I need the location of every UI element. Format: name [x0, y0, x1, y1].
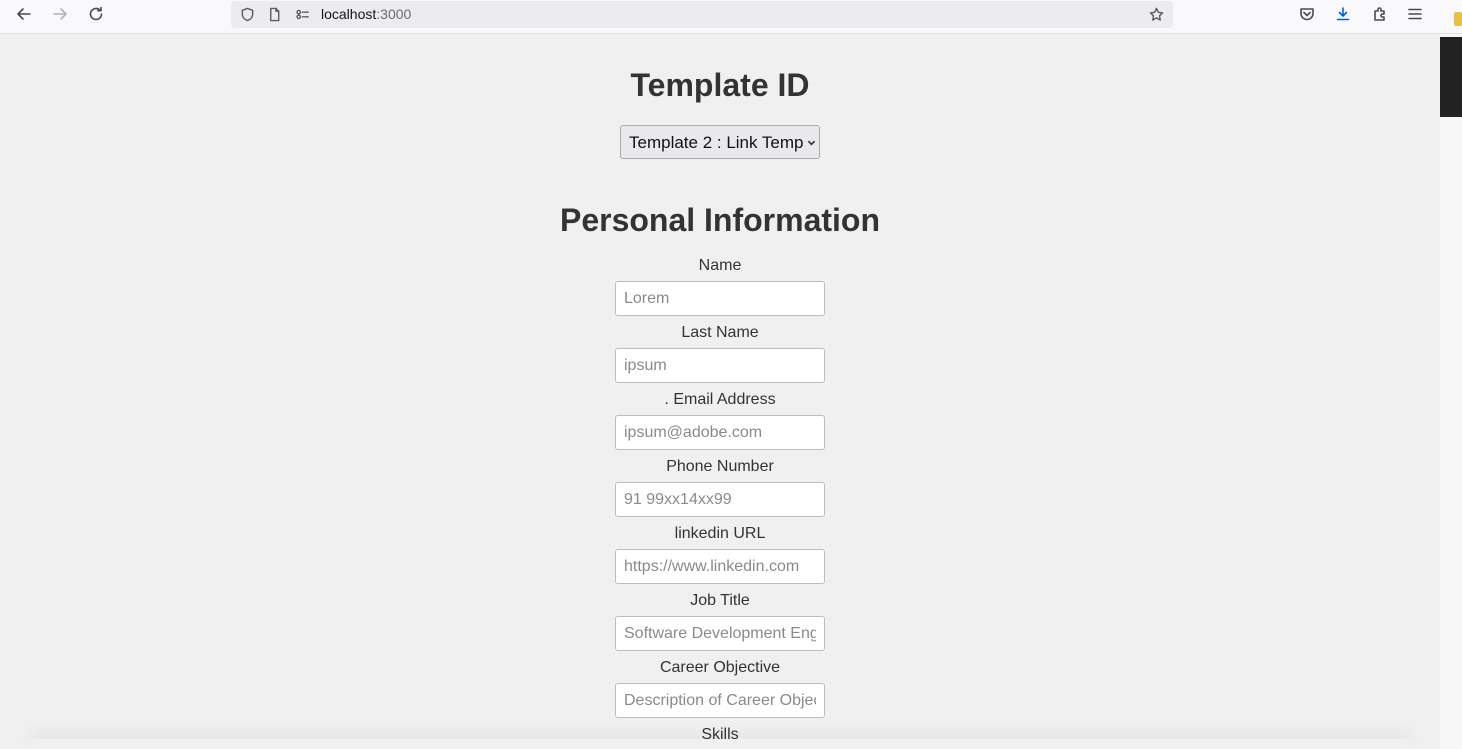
- page-content: Template ID Template 2 : Link Template P…: [0, 34, 1440, 749]
- sidebar-extension-icon[interactable]: [1454, 12, 1462, 26]
- last-name-label: Last Name: [681, 324, 759, 341]
- last-name-input[interactable]: [615, 348, 825, 383]
- bookmark-star-icon[interactable]: [1148, 6, 1164, 22]
- template-select[interactable]: Template 2 : Link Template: [620, 125, 820, 159]
- name-label: Name: [698, 257, 742, 274]
- url-text[interactable]: localhost:3000: [321, 6, 411, 22]
- linkedin-label: linkedin URL: [674, 525, 766, 542]
- chevron-down-icon: [804, 126, 819, 158]
- email-input[interactable]: [615, 415, 825, 450]
- personal-information-heading: Personal Information: [559, 202, 881, 238]
- template-id-heading: Template ID: [630, 67, 810, 103]
- email-label: . Email Address: [664, 391, 776, 408]
- job-title-input[interactable]: [615, 616, 825, 651]
- phone-input[interactable]: [615, 482, 825, 517]
- url-port: :3000: [376, 6, 412, 22]
- url-host: localhost: [321, 6, 377, 22]
- menu-icon[interactable]: [1403, 3, 1427, 25]
- right-edge-strip: [1440, 34, 1462, 749]
- reload-icon[interactable]: [84, 3, 108, 25]
- bottom-shadow: [30, 739, 1410, 749]
- name-input[interactable]: [615, 281, 825, 316]
- right-edge-dark-block: [1440, 37, 1462, 117]
- linkedin-input[interactable]: [615, 549, 825, 584]
- download-icon[interactable]: [1331, 3, 1355, 25]
- url-bar[interactable]: localhost:3000: [231, 1, 1173, 28]
- forward-arrow-icon[interactable]: [48, 3, 72, 25]
- browser-toolbar: localhost:3000: [0, 0, 1462, 34]
- permissions-icon[interactable]: [294, 6, 310, 22]
- pocket-icon[interactable]: [1295, 3, 1319, 25]
- template-select-value: Template 2 : Link Template: [629, 133, 820, 152]
- career-objective-label: Career Objective: [659, 659, 781, 676]
- page-icon[interactable]: [266, 6, 282, 22]
- career-objective-input[interactable]: [615, 683, 825, 718]
- job-title-label: Job Title: [690, 592, 750, 609]
- extensions-icon[interactable]: [1368, 3, 1392, 25]
- back-arrow-icon[interactable]: [12, 3, 36, 25]
- phone-label: Phone Number: [666, 458, 774, 475]
- shield-icon[interactable]: [239, 6, 255, 22]
